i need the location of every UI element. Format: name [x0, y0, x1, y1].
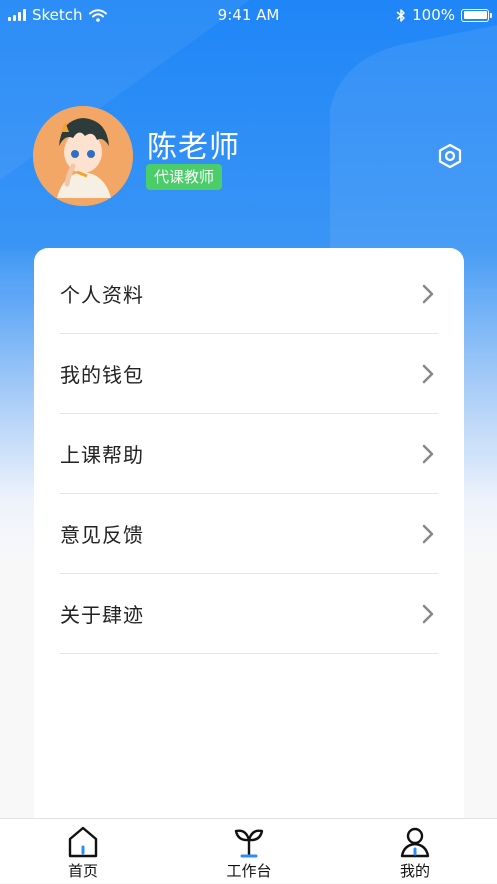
role-badge: 代课教师 [146, 164, 223, 190]
menu-item-label: 我的钱包 [60, 363, 144, 387]
menu-item-label: 个人资料 [60, 283, 144, 307]
chevron-right-icon [418, 364, 438, 384]
home-icon [68, 826, 98, 858]
menu-item-class-help[interactable]: 上课帮助 [60, 414, 438, 494]
battery-percent: 100% [412, 6, 455, 24]
tab-mine[interactable]: 我的 [355, 819, 475, 884]
tab-label: 工作台 [226, 862, 272, 880]
menu-item-wallet[interactable]: 我的钱包 [60, 334, 438, 414]
tab-bar: 首页 工作台 我的 [0, 818, 497, 883]
hexagon-settings-icon [438, 143, 462, 169]
chevron-right-icon [418, 604, 438, 624]
person-icon [400, 827, 430, 858]
tab-home[interactable]: 首页 [23, 819, 143, 884]
menu-item-about[interactable]: 关于肆迹 [60, 574, 438, 654]
sprout-icon [234, 829, 264, 858]
status-right: 100% [396, 6, 492, 24]
status-bar: Sketch 9:41 AM 100% [0, 0, 497, 30]
avatar[interactable] [33, 106, 133, 206]
menu-item-feedback[interactable]: 意见反馈 [60, 494, 438, 574]
battery-icon [461, 8, 492, 22]
menu-item-label: 意见反馈 [60, 523, 144, 547]
battery-fill [463, 11, 487, 19]
settings-button[interactable] [432, 138, 468, 174]
menu-item-profile[interactable]: 个人资料 [60, 254, 438, 334]
bluetooth-icon [396, 8, 405, 22]
anime-avatar-icon [33, 106, 133, 206]
menu-item-label: 关于肆迹 [60, 603, 144, 627]
menu-card: 个人资料 我的钱包 上课帮助 意见反馈 关于肆迹 [34, 248, 464, 848]
profile-name: 陈老师 [147, 130, 240, 165]
tab-label: 首页 [67, 862, 98, 880]
tab-label: 我的 [399, 862, 430, 880]
menu-item-label: 上课帮助 [60, 443, 144, 467]
chevron-right-icon [418, 524, 438, 544]
tab-workbench[interactable]: 工作台 [189, 819, 309, 884]
chevron-right-icon [418, 444, 438, 464]
chevron-right-icon [418, 284, 438, 304]
